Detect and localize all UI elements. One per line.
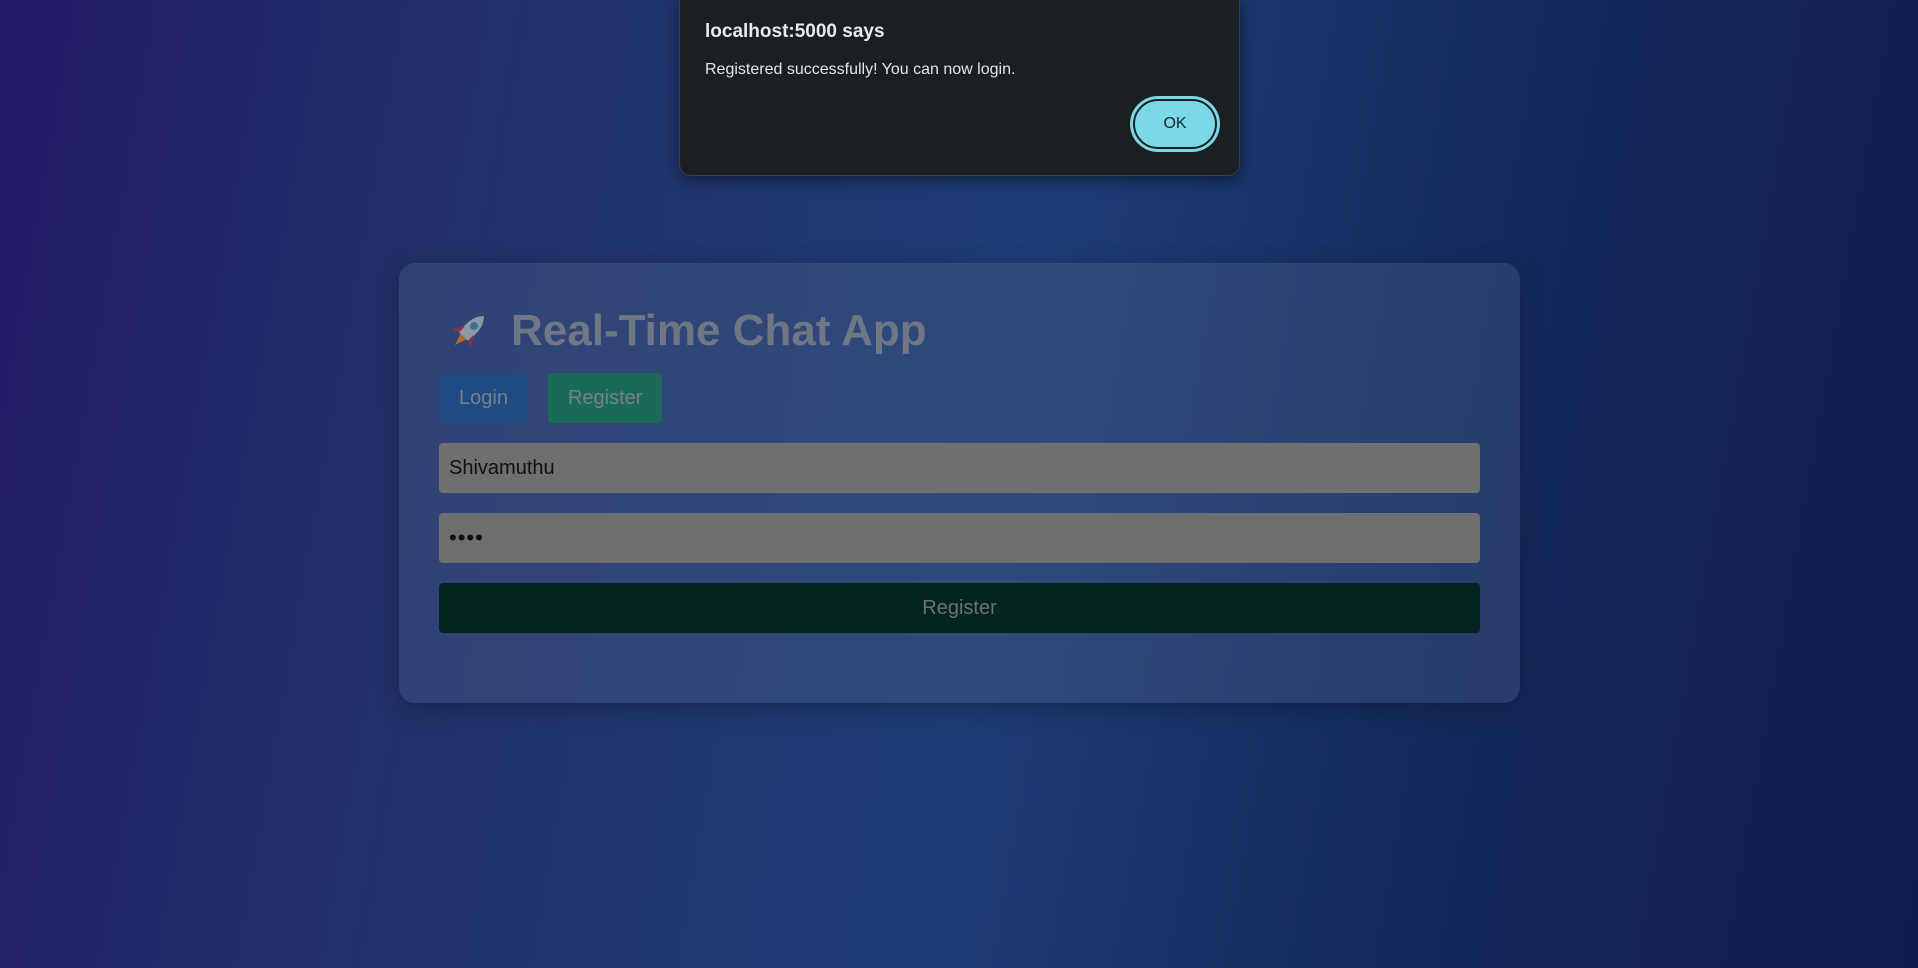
rocket-icon xyxy=(445,307,493,355)
dialog-message: Registered successfully! You can now log… xyxy=(705,61,1016,78)
app-title: Real-Time Chat App xyxy=(511,306,927,355)
register-tab-button[interactable]: Register xyxy=(547,373,663,423)
dialog-title: localhost:5000 says xyxy=(705,21,885,42)
register-submit-button[interactable]: Register xyxy=(439,583,1480,633)
auth-tabs: Login Register xyxy=(439,373,663,423)
login-tab-button[interactable]: Login xyxy=(439,373,528,423)
auth-card: Real-Time Chat App Login Register Shivam… xyxy=(399,263,1520,703)
alert-dialog: localhost:5000 says Registered successfu… xyxy=(679,0,1240,176)
dialog-ok-button[interactable]: OK xyxy=(1133,99,1217,149)
password-input[interactable]: •••• xyxy=(439,513,1480,563)
app-header: Real-Time Chat App xyxy=(445,303,927,359)
username-input[interactable]: Shivamuthu xyxy=(439,443,1480,493)
